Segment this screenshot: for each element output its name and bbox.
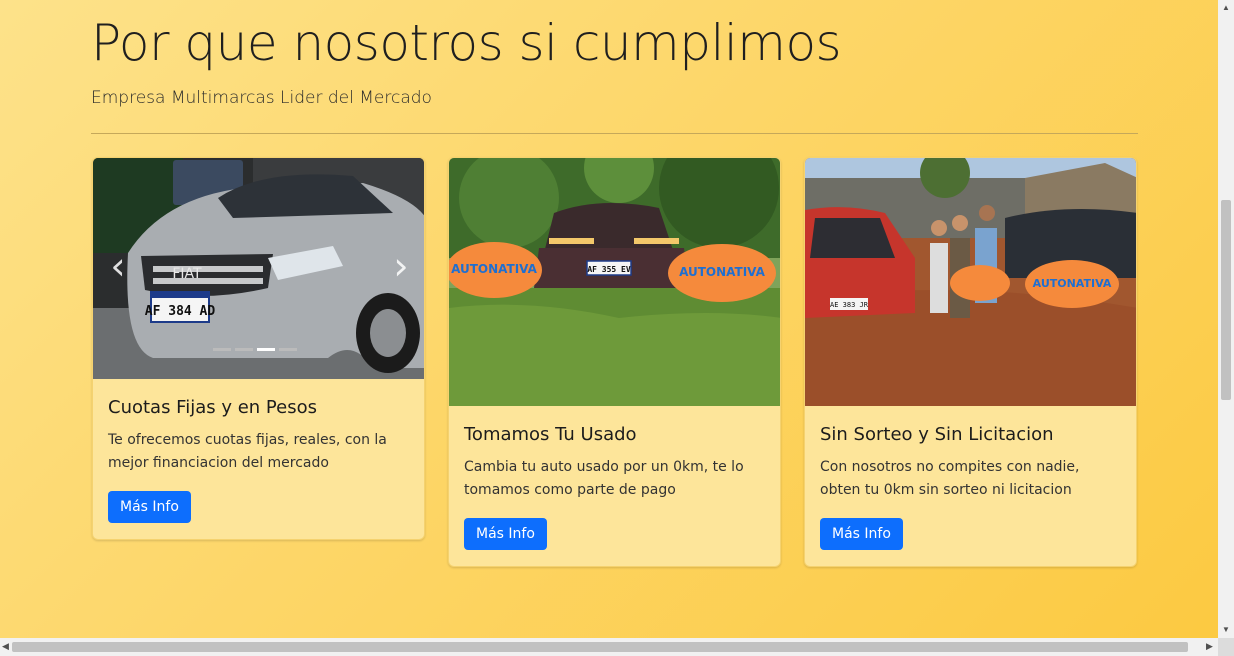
svg-text:AF 355 EV: AF 355 EV	[587, 265, 631, 274]
svg-text:AE 383 JR: AE 383 JR	[830, 301, 869, 309]
scrollbar-corner	[1218, 638, 1234, 656]
svg-text:AUTONATIVA: AUTONATIVA	[451, 262, 538, 276]
page: Por que nosotros si cumplimos Empresa Mu…	[0, 0, 1218, 638]
scroll-down-icon[interactable]: ▼	[1221, 625, 1231, 634]
svg-text:AF 384 AD: AF 384 AD	[145, 304, 216, 319]
scroll-right-icon[interactable]: ▶	[1206, 641, 1213, 652]
svg-text:AUTONATIVA: AUTONATIVA	[679, 265, 766, 279]
car-photo-delivery: AE 383 JR AUTONATIVA	[805, 158, 1136, 406]
svg-text:FIAT: FIAT	[172, 266, 202, 282]
vertical-scroll-thumb[interactable]	[1221, 200, 1231, 400]
scroll-left-icon[interactable]: ◀	[2, 641, 9, 652]
card-tomamos-usado: AF 355 EV AUTONATIVA AUTONATIVA Tomamos …	[448, 157, 781, 567]
scroll-up-icon[interactable]: ▲	[1221, 3, 1231, 12]
card-cuotas-fijas: AF 384 AD FIAT ‹ › Cuotas Fijas y en Pes…	[92, 157, 425, 540]
card-title: Sin Sorteo y Sin Licitacion	[820, 424, 1054, 445]
card-title: Cuotas Fijas y en Pesos	[108, 397, 317, 418]
car-photo-dealer: AF 355 EV AUTONATIVA AUTONATIVA	[449, 158, 780, 406]
card-body: Sin Sorteo y Sin Licitacion Con nosotros…	[805, 406, 1136, 566]
section-subtitle: Empresa Multimarcas Lider del Mercado	[91, 88, 432, 108]
car-photo-fiat: AF 384 AD FIAT	[93, 158, 424, 379]
card-title: Tomamos Tu Usado	[464, 424, 637, 445]
card-body: Tomamos Tu Usado Cambia tu auto usado po…	[449, 406, 780, 566]
chevron-left-icon[interactable]: ‹	[103, 246, 133, 286]
card-text: Te ofrecemos cuotas fijas, reales, con l…	[108, 432, 387, 471]
mas-info-button[interactable]: Más Info	[820, 518, 903, 550]
card-text: Con nosotros no compites con nadie, obte…	[820, 459, 1080, 498]
card-text: Cambia tu auto usado por un 0km, te lo t…	[464, 459, 744, 498]
horizontal-scroll-thumb[interactable]	[12, 642, 1188, 652]
chevron-right-icon[interactable]: ›	[386, 246, 416, 286]
card-image-carousel: AF 384 AD FIAT ‹ ›	[93, 158, 424, 379]
card-sin-sorteo: AE 383 JR AUTONATIVA Sin Sorteo y Sin Li…	[804, 157, 1137, 567]
vertical-scrollbar[interactable]: ▲ ▼	[1218, 0, 1234, 638]
section-title: Por que nosotros si cumplimos	[91, 14, 842, 72]
mas-info-button[interactable]: Más Info	[108, 491, 191, 523]
divider	[91, 133, 1138, 134]
card-body: Cuotas Fijas y en Pesos Te ofrecemos cuo…	[93, 379, 424, 539]
horizontal-scrollbar[interactable]: ◀ ▶	[0, 638, 1218, 656]
card-image: AE 383 JR AUTONATIVA	[805, 158, 1136, 406]
svg-text:AUTONATIVA: AUTONATIVA	[1033, 277, 1112, 290]
mas-info-button[interactable]: Más Info	[464, 518, 547, 550]
card-image: AF 355 EV AUTONATIVA AUTONATIVA	[449, 158, 780, 406]
